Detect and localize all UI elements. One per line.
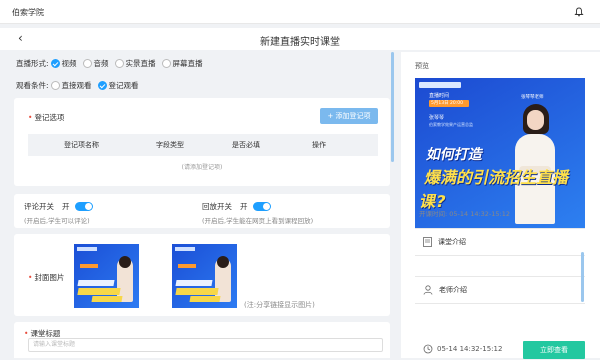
start-time: 开课时间: 05-14 14:32-15:12 [419, 210, 511, 218]
cover-label: • 封面图片 [28, 273, 65, 282]
clock-icon [423, 344, 433, 354]
section-teacher-intro[interactable]: 老师介绍 [415, 276, 585, 304]
form-panel: 直播形式: 视频 音频 实景直播 屏幕直播 观看条件: 直接观看 登记观看 • 登… [14, 52, 394, 358]
preview-label: 预览 [415, 62, 429, 70]
comment-hint: (开启后,学生可以评论) [24, 217, 90, 225]
logo [419, 82, 461, 88]
radio-icon [82, 59, 92, 68]
document-icon [423, 237, 432, 247]
comment-toggle[interactable] [74, 202, 93, 211]
user-icon [423, 285, 433, 295]
column-header: 登记项名称 [64, 141, 99, 149]
registration-table-header: 登记项名称 字段类型 是否必填 操作 [28, 134, 378, 156]
radio-icon [50, 81, 60, 90]
registration-title: • 登记选项 [28, 113, 65, 122]
section-course-intro[interactable]: 课堂介绍 [415, 228, 585, 256]
column-header: 是否必填 [232, 141, 260, 149]
live-form-row: 直播形式: 视频 音频 实景直播 屏幕直播 [16, 58, 209, 69]
banner-date: 5月13日 20:00 [429, 100, 469, 107]
radio-checked-icon [97, 81, 107, 90]
add-registration-button[interactable]: + 添加登记项 [320, 108, 378, 124]
comment-label: 评论开关 [24, 202, 54, 211]
watch-cond-label: 观看条件: [16, 81, 49, 90]
banner-headline: 如何打造 [425, 147, 485, 163]
column-header: 操作 [312, 141, 326, 149]
replay-switch-row: 回放开关 开 [202, 201, 271, 212]
course-title-input[interactable]: 请输入课堂标题 [28, 338, 383, 352]
scrollbar[interactable] [391, 52, 394, 162]
banner-host-desc: 伯索教学效果产运营总监 [429, 122, 473, 127]
banner-corner-text: 张琴琴老师 [521, 95, 544, 100]
cover-note: (注:分享链接显示图片) [244, 301, 315, 309]
bell-icon[interactable] [574, 7, 584, 17]
column-header: 字段类型 [156, 141, 184, 149]
footer-time: 05-14 14:32-15:12 [437, 345, 503, 353]
option-audio[interactable]: 音频 [82, 58, 109, 69]
option-real-scene[interactable]: 实景直播 [114, 58, 156, 69]
cover-image-option[interactable] [172, 244, 237, 308]
replay-hint: (开启后,学生能在网页上看到课程回放) [202, 217, 314, 225]
course-title-card: • 课堂标题 请输入课堂标题 [14, 322, 390, 358]
section-label: 老师介绍 [439, 286, 467, 294]
radio-checked-icon [50, 59, 60, 68]
option-register-watch[interactable]: 登记观看 [97, 80, 139, 91]
live-form-label: 直播形式: [16, 59, 49, 68]
replay-label: 回放开关 [202, 202, 232, 211]
comment-switch-row: 评论开关 开 [24, 201, 93, 212]
radio-icon [161, 59, 171, 68]
banner-headline-highlight: 爆满的引流招生直播课? [418, 168, 572, 211]
page-header: ‹ 新建直播实时课堂 [0, 28, 600, 50]
banner-time-label: 直播时间 [429, 93, 450, 99]
top-bar: 伯索学院 [0, 0, 600, 24]
preview-panel: 预览 直播时间 5月13日 20:00 张琴琴 伯索教学效果产运营总监 张琴琴老… [401, 52, 600, 360]
cover-card: • 封面图片 (注:分享链接显示图片) [14, 234, 390, 316]
preview-footer: 05-14 14:32-15:12 立即查看 [415, 338, 585, 360]
section-label: 课堂介绍 [438, 238, 466, 246]
registration-card: • 登记选项 + 添加登记项 登记项名称 字段类型 是否必填 操作 (请添加登记项… [14, 98, 390, 186]
view-now-button[interactable]: 立即查看 [523, 341, 585, 359]
replay-state: 开 [240, 202, 248, 211]
page-title: 新建直播实时课堂 [260, 37, 340, 48]
replay-toggle[interactable] [252, 202, 271, 211]
watch-cond-row: 观看条件: 直接观看 登记观看 [16, 80, 145, 91]
option-screen[interactable]: 屏幕直播 [161, 58, 203, 69]
option-direct-watch[interactable]: 直接观看 [50, 80, 92, 91]
switch-card: 评论开关 开 (开启后,学生可以评论) 回放开关 开 (开启后,学生能在网页上看… [14, 194, 390, 228]
banner-host: 张琴琴 [429, 115, 445, 121]
empty-placeholder: (请添加登记项) [181, 164, 223, 171]
comment-state: 开 [62, 202, 70, 211]
cover-image-option[interactable] [74, 244, 139, 308]
option-video[interactable]: 视频 [50, 58, 77, 69]
brand-name: 伯索学院 [12, 8, 44, 17]
radio-icon [114, 59, 124, 68]
preview-scrollbar[interactable] [581, 252, 584, 302]
